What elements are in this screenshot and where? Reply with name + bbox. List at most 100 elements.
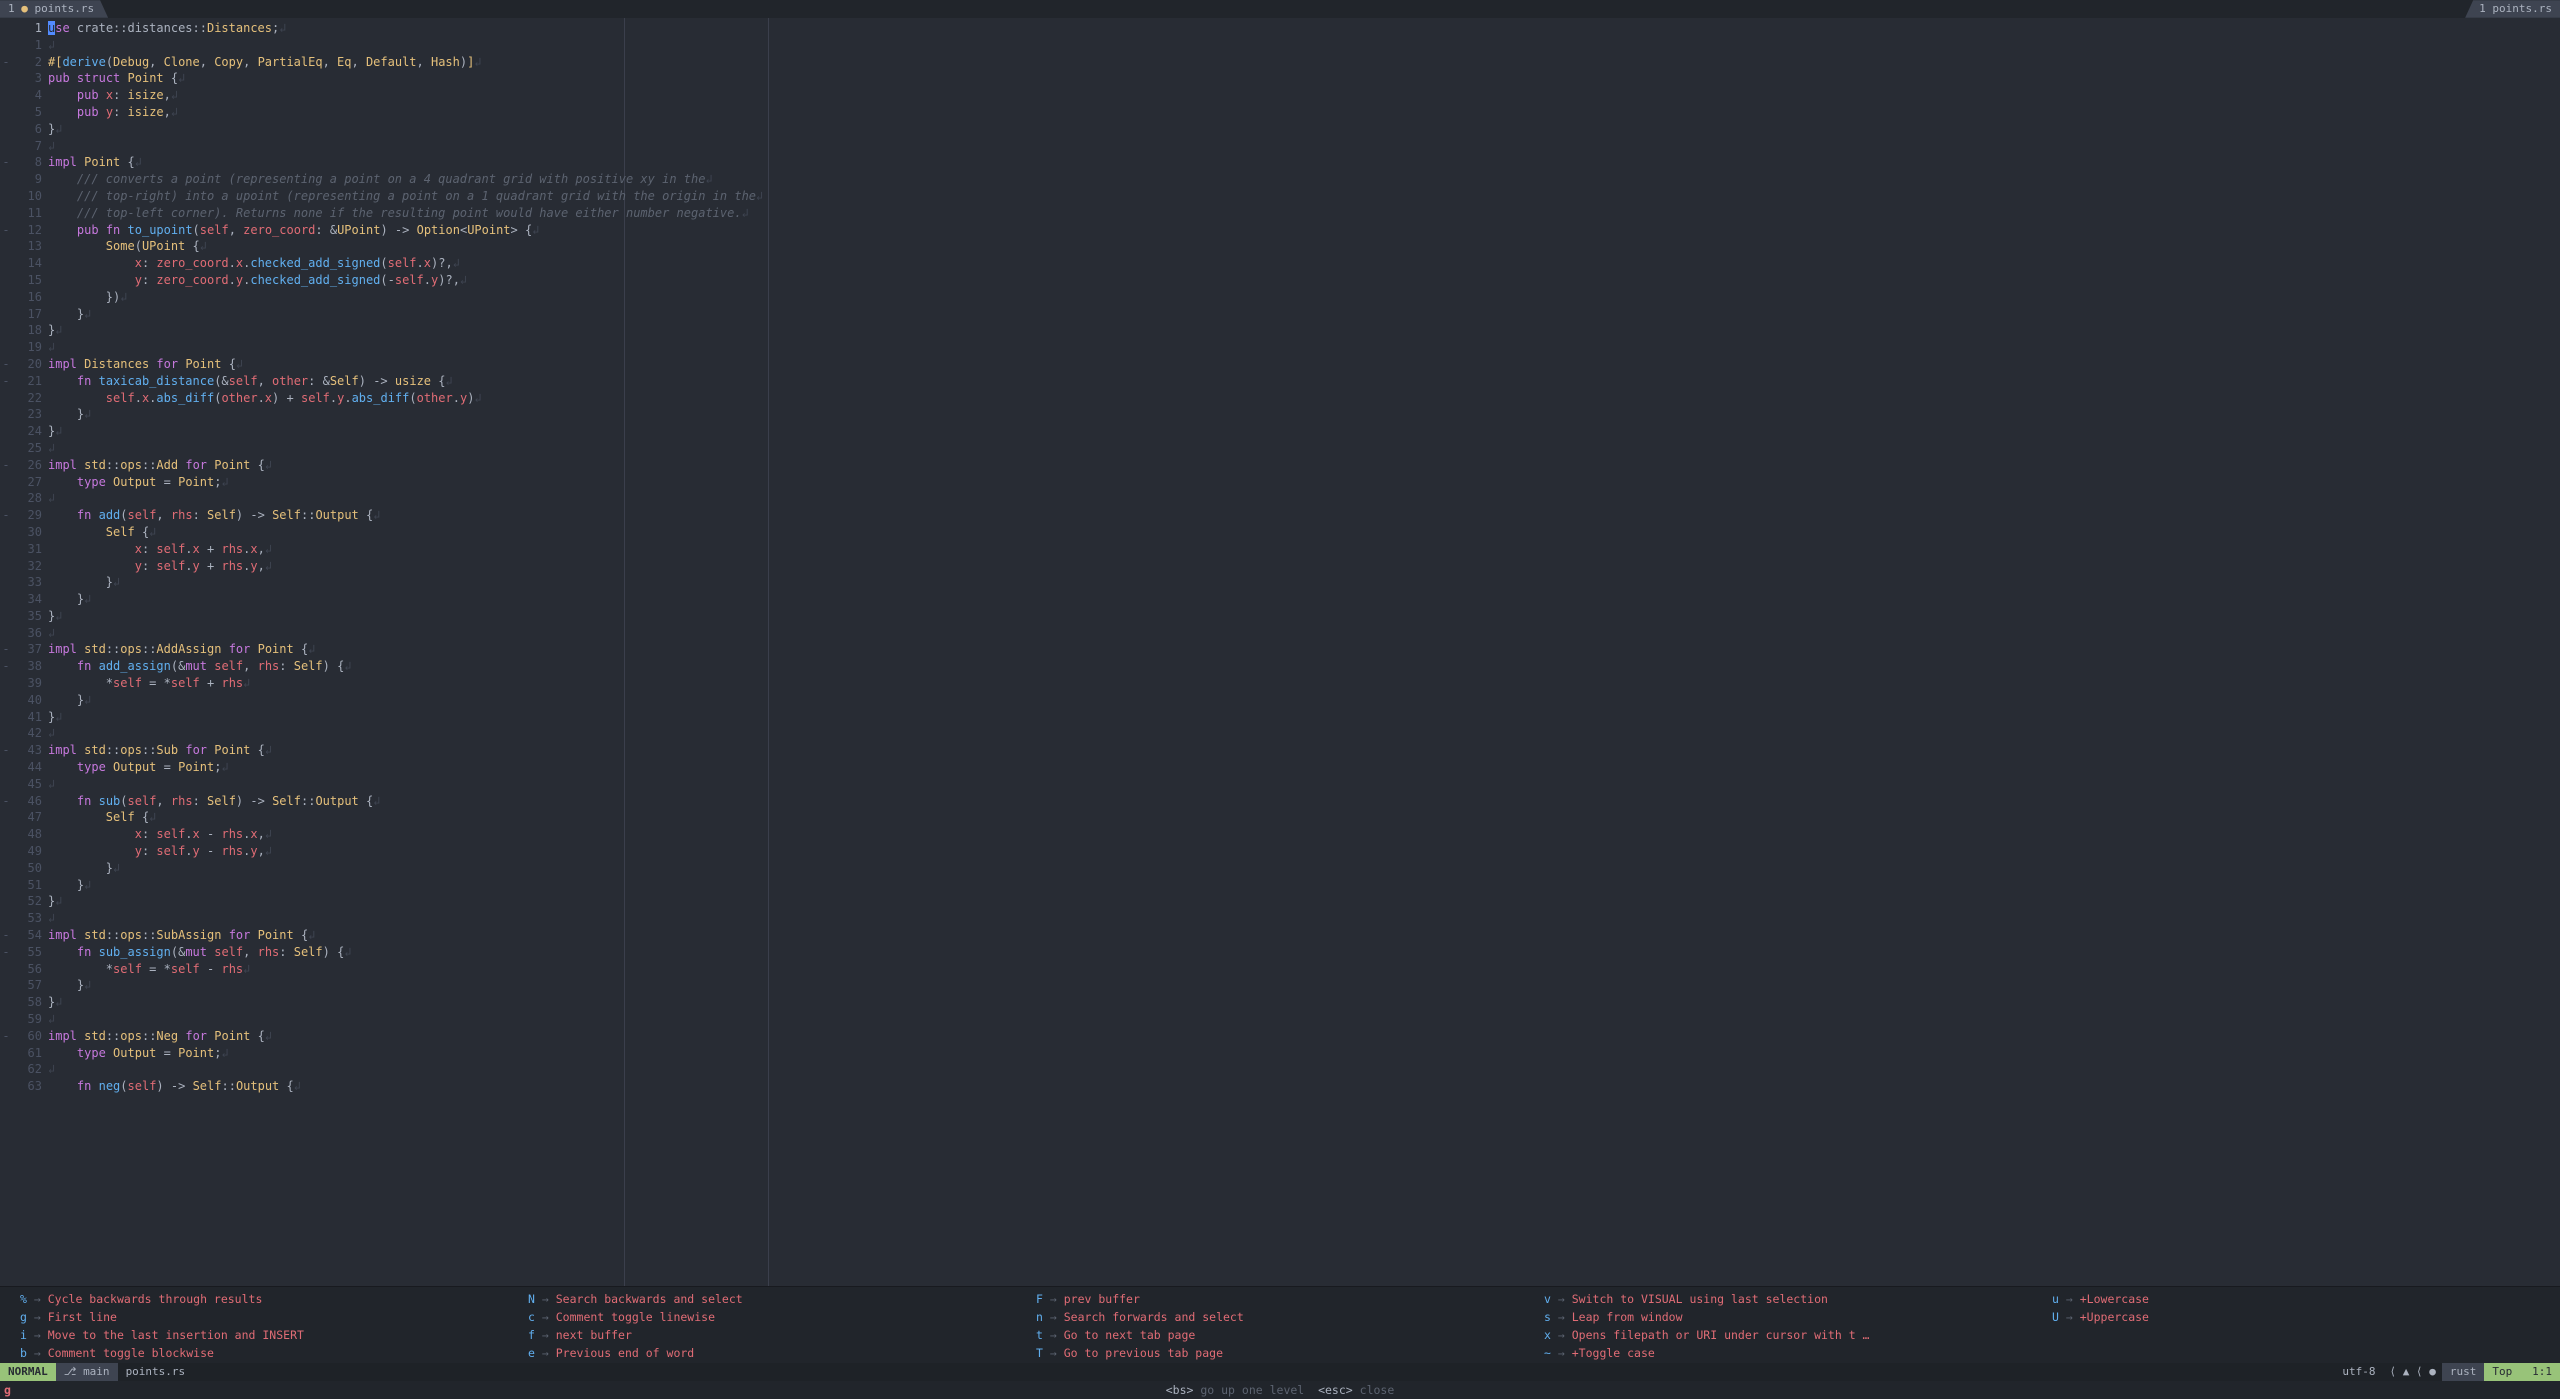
tab-active[interactable]: 1 ● points.rs	[0, 0, 108, 17]
code-line[interactable]: fn neg(self) -> Self::Output {↲	[48, 1078, 2560, 1095]
code-line[interactable]: }↲	[48, 423, 2560, 440]
line-number: 32	[12, 558, 42, 575]
line-number: 44	[12, 759, 42, 776]
fold-marker[interactable]: -	[0, 373, 12, 390]
code-line[interactable]: impl std::ops::Add for Point {↲	[48, 457, 2560, 474]
code-line[interactable]: }↲	[48, 709, 2560, 726]
fold-marker[interactable]: -	[0, 793, 12, 810]
code-line[interactable]: }↲	[48, 994, 2560, 1011]
code-line[interactable]: }↲	[48, 322, 2560, 339]
code-line[interactable]: ↲	[48, 339, 2560, 356]
code-line[interactable]: ↲	[48, 776, 2560, 793]
code-line[interactable]: }↲	[48, 692, 2560, 709]
code-line[interactable]: x: self.x + rhs.x,↲	[48, 541, 2560, 558]
help-item: g → First line	[20, 1309, 508, 1325]
code-line[interactable]: }↲	[48, 877, 2560, 894]
code-line[interactable]: }↲	[48, 591, 2560, 608]
code-line[interactable]: impl Point {↲	[48, 154, 2560, 171]
code-line[interactable]: use crate::distances::Distances;↲	[48, 20, 2560, 37]
code-line[interactable]: fn sub(self, rhs: Self) -> Self::Output …	[48, 793, 2560, 810]
code-line[interactable]: })↲	[48, 289, 2560, 306]
fold-marker[interactable]: -	[0, 54, 12, 71]
code-line[interactable]: ↲	[48, 725, 2560, 742]
code-line[interactable]: impl Distances for Point {↲	[48, 356, 2560, 373]
fold-marker[interactable]: -	[0, 222, 12, 239]
code-line[interactable]: type Output = Point;↲	[48, 474, 2560, 491]
code-line[interactable]: /// top-right) into a upoint (representi…	[48, 188, 2560, 205]
code-line[interactable]: self.x.abs_diff(other.x) + self.y.abs_di…	[48, 390, 2560, 407]
code-line[interactable]: pub x: isize,↲	[48, 87, 2560, 104]
code-line[interactable]: }↲	[48, 406, 2560, 423]
code-line[interactable]: type Output = Point;↲	[48, 759, 2560, 776]
code-line[interactable]: ↲	[48, 138, 2560, 155]
code-line[interactable]: y: self.y - rhs.y,↲	[48, 843, 2560, 860]
code-line[interactable]: }↲	[48, 306, 2560, 323]
code-line[interactable]: fn add_assign(&mut self, rhs: Self) {↲	[48, 658, 2560, 675]
code-line[interactable]: x: zero_coord.x.checked_add_signed(self.…	[48, 255, 2560, 272]
code-line[interactable]: pub struct Point {↲	[48, 70, 2560, 87]
editor[interactable]: -------------- 1123456789101112131415161…	[0, 18, 2560, 1286]
code-line[interactable]: }↲	[48, 977, 2560, 994]
fold-marker[interactable]: -	[0, 641, 12, 658]
code-line[interactable]: impl std::ops::AddAssign for Point {↲	[48, 641, 2560, 658]
line-number: 51	[12, 877, 42, 894]
code-line[interactable]: }↲	[48, 860, 2560, 877]
code-line[interactable]: ↲	[48, 1061, 2560, 1078]
code-line[interactable]: y: self.y + rhs.y,↲	[48, 558, 2560, 575]
code-line[interactable]: #[derive(Debug, Clone, Copy, PartialEq, …	[48, 54, 2560, 71]
line-number: 2	[12, 54, 42, 71]
line-number: 40	[12, 692, 42, 709]
code-line[interactable]: x: self.x - rhs.x,↲	[48, 826, 2560, 843]
fold-gutter[interactable]: --------------	[0, 18, 12, 1286]
fold-marker	[0, 322, 12, 339]
code-line[interactable]: pub fn to_upoint(self, zero_coord: &UPoi…	[48, 222, 2560, 239]
code-line[interactable]: y: zero_coord.y.checked_add_signed(-self…	[48, 272, 2560, 289]
fold-marker[interactable]: -	[0, 742, 12, 759]
fold-marker	[0, 843, 12, 860]
command-bar[interactable]: g <bs> go up one level <esc> close	[0, 1381, 2560, 1399]
fold-marker[interactable]: -	[0, 658, 12, 675]
code-line[interactable]: ↲	[48, 910, 2560, 927]
code-line[interactable]: }↲	[48, 574, 2560, 591]
tab-filename: points.rs	[2492, 1, 2552, 16]
fold-marker[interactable]: -	[0, 944, 12, 961]
code-line[interactable]: impl std::ops::Neg for Point {↲	[48, 1028, 2560, 1045]
code-line[interactable]: /// converts a point (representing a poi…	[48, 171, 2560, 188]
help-item: n → Search forwards and select	[1036, 1309, 1524, 1325]
code-line[interactable]: type Output = Point;↲	[48, 1045, 2560, 1062]
fold-marker[interactable]: -	[0, 927, 12, 944]
code-line[interactable]: ↲	[48, 490, 2560, 507]
line-number: 31	[12, 541, 42, 558]
code-line[interactable]: }↲	[48, 121, 2560, 138]
code-line[interactable]: }↲	[48, 893, 2560, 910]
code-line[interactable]: }↲	[48, 608, 2560, 625]
code-line[interactable]: fn add(self, rhs: Self) -> Self::Output …	[48, 507, 2560, 524]
fold-marker	[0, 306, 12, 323]
line-number: 47	[12, 809, 42, 826]
code-line[interactable]: Self {↲	[48, 809, 2560, 826]
fold-marker	[0, 255, 12, 272]
code-line[interactable]: fn sub_assign(&mut self, rhs: Self) {↲	[48, 944, 2560, 961]
code-line[interactable]: ↲	[48, 440, 2560, 457]
code-line[interactable]: *self = *self + rhs↲	[48, 675, 2560, 692]
code-line[interactable]: /// top-left corner). Returns none if th…	[48, 205, 2560, 222]
fold-marker[interactable]: -	[0, 457, 12, 474]
code-line[interactable]: ↲	[48, 37, 2560, 54]
code-line[interactable]: ↲	[48, 1011, 2560, 1028]
code-line[interactable]: impl std::ops::SubAssign for Point {↲	[48, 927, 2560, 944]
code-line[interactable]: impl std::ops::Sub for Point {↲	[48, 742, 2560, 759]
code-line[interactable]: Self {↲	[48, 524, 2560, 541]
fold-marker[interactable]: -	[0, 507, 12, 524]
code-line[interactable]: ↲	[48, 625, 2560, 642]
fold-marker[interactable]: -	[0, 356, 12, 373]
fold-marker[interactable]: -	[0, 1028, 12, 1045]
line-number: 1	[12, 20, 42, 37]
modified-dot-icon: ●	[21, 1, 28, 16]
fold-marker[interactable]: -	[0, 154, 12, 171]
code-line[interactable]: pub y: isize,↲	[48, 104, 2560, 121]
code-line[interactable]: *self = *self - rhs↲	[48, 961, 2560, 978]
code-line[interactable]: fn taxicab_distance(&self, other: &Self)…	[48, 373, 2560, 390]
code-line[interactable]: Some(UPoint {↲	[48, 238, 2560, 255]
code-content[interactable]: use crate::distances::Distances;↲↲#[deri…	[48, 18, 2560, 1286]
line-number: 5	[12, 104, 42, 121]
